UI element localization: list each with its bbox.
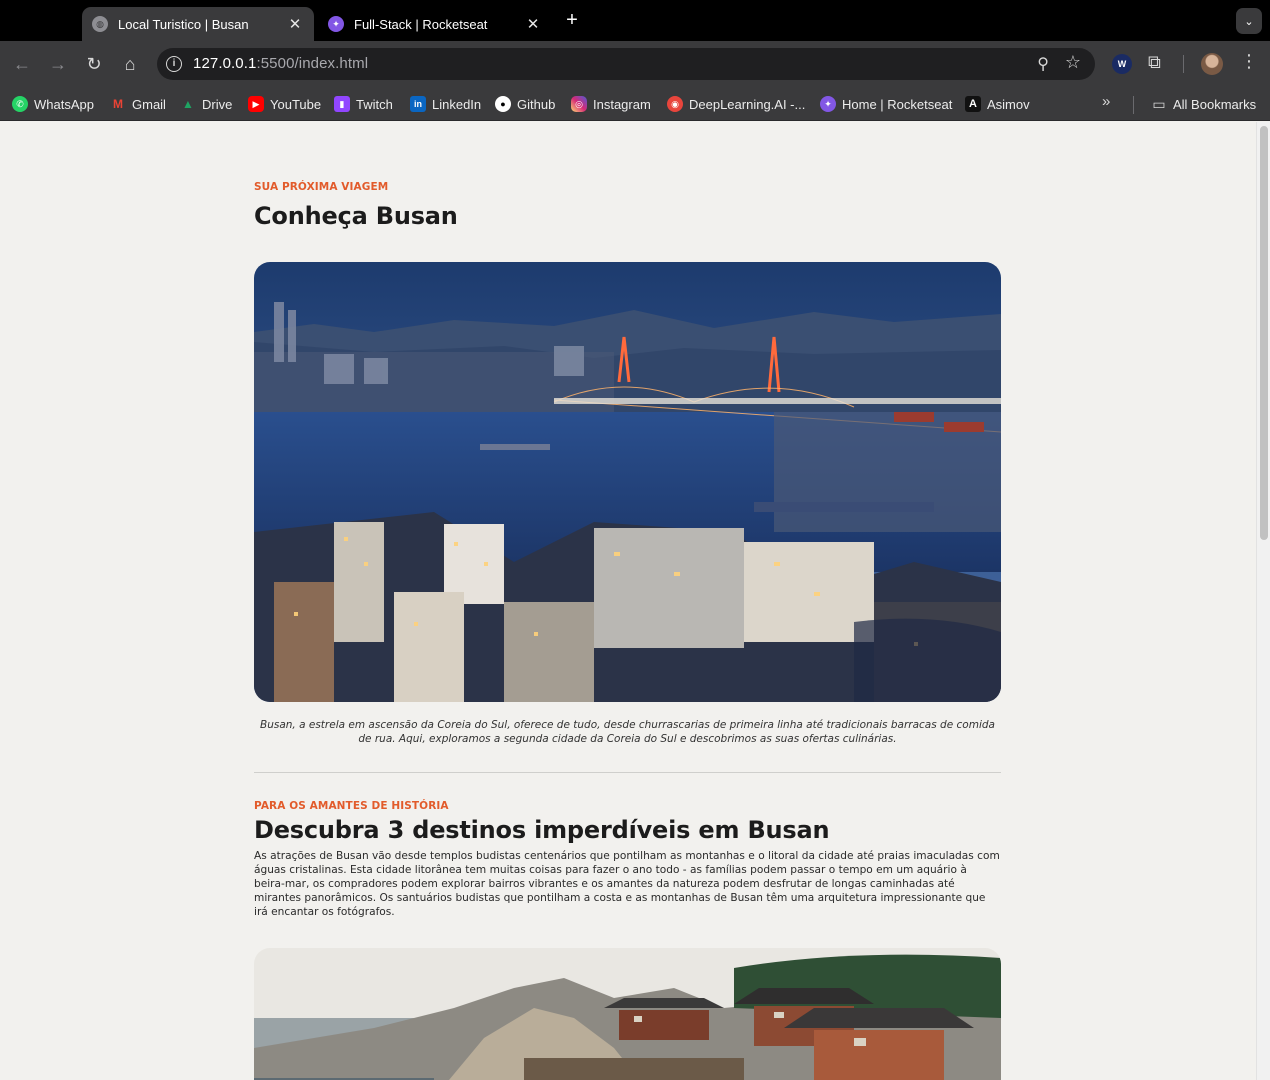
url-text[interactable]: 127.0.0.1:5500/index.html (193, 55, 368, 72)
tab-strip: ◍ Local Turistico | Busan ✕ ✦ Full-Stack… (0, 0, 1270, 41)
kebab-menu-icon[interactable]: ⋮ (1240, 51, 1258, 72)
bookmark-whatsapp[interactable]: ✆ WhatsApp (12, 95, 94, 113)
drive-icon: ▲ (182, 97, 194, 111)
rocketseat-icon: ✦ (328, 16, 344, 32)
asimov-icon: A (965, 96, 981, 112)
tab-rocketseat[interactable]: ✦ Full-Stack | Rocketseat ✕ (318, 7, 552, 41)
address-bar[interactable]: i 127.0.0.1:5500/index.html ⚲ ☆ (157, 48, 1095, 80)
new-tab-button[interactable]: + (562, 10, 582, 30)
toolbar-divider (1183, 55, 1184, 73)
bookmark-github[interactable]: ● Github (495, 95, 555, 113)
back-button[interactable]: ← (9, 51, 35, 77)
bookmark-star-icon[interactable]: ☆ (1065, 52, 1081, 73)
rocketseat-icon: ✦ (820, 96, 836, 112)
forward-button[interactable]: → (45, 51, 71, 77)
bookmark-gmail[interactable]: M Gmail (110, 95, 166, 113)
temple-photo (254, 948, 1001, 1080)
reload-button[interactable]: ↻ (81, 51, 107, 77)
profile-avatar[interactable] (1201, 53, 1223, 75)
bookmark-twitch[interactable]: ▮ Twitch (334, 95, 393, 113)
bookmark-deeplearning[interactable]: ◉ DeepLearning.AI -... (667, 95, 805, 113)
hero-caption: Busan, a estrela em ascensão da Coreia d… (260, 719, 995, 745)
bookmark-youtube[interactable]: ▶ YouTube (248, 95, 321, 113)
page-scrollbar[interactable] (1256, 122, 1270, 1080)
home-button[interactable]: ⌂ (117, 51, 143, 77)
bookmark-linkedin[interactable]: in LinkedIn (410, 95, 481, 113)
close-icon[interactable]: ✕ (286, 15, 304, 33)
folder-icon: ▭ (1152, 95, 1166, 112)
tab-title: Local Turistico | Busan (118, 16, 249, 32)
deeplearning-icon: ◉ (667, 96, 683, 112)
twitch-icon: ▮ (334, 96, 350, 112)
section-title: Descubra 3 destinos imperdíveis em Busan (254, 816, 830, 844)
bookmark-rocketseat[interactable]: ✦ Home | Rocketseat (820, 95, 952, 113)
globe-icon: ◍ (92, 16, 108, 32)
bookmarks-divider (1133, 96, 1134, 114)
youtube-icon: ▶ (248, 96, 264, 112)
section-eyebrow: PARA OS AMANTES DE HISTÓRIA (254, 800, 449, 812)
tab-title: Full-Stack | Rocketseat (354, 16, 488, 32)
bookmarks-bar: ✆ WhatsApp M Gmail ▲ Drive ▶ YouTube ▮ Twitch… (0, 86, 1270, 121)
whatsapp-icon: ✆ (12, 96, 28, 112)
extensions-puzzle-icon[interactable]: ⧉ (1148, 52, 1161, 73)
tab-search-button[interactable]: ⌄ (1236, 8, 1262, 34)
bookmark-instagram[interactable]: ◎ Instagram (571, 95, 651, 113)
site-info-icon[interactable]: i (166, 56, 182, 72)
gmail-icon: M (113, 97, 123, 111)
bookmark-asimov[interactable]: A Asimov (965, 95, 1030, 113)
instagram-icon: ◎ (571, 96, 587, 112)
section-eyebrow: SUA PRÓXIMA VIAGEM (254, 181, 389, 193)
linkedin-icon: in (410, 96, 426, 112)
page-viewport: SUA PRÓXIMA VIAGEM Conheça Busan Busan, … (0, 122, 1256, 1080)
all-bookmarks[interactable]: ▭ All Bookmarks (1151, 95, 1256, 113)
bookmark-drive[interactable]: ▲ Drive (180, 95, 232, 113)
section-body: As atrações de Busan vão desde templos b… (254, 850, 1000, 918)
section-divider (254, 772, 1001, 773)
tab-local-turistico[interactable]: ◍ Local Turistico | Busan ✕ (82, 7, 314, 41)
more-bookmarks-chevron-icon[interactable]: » (1102, 93, 1110, 110)
close-icon[interactable]: ✕ (524, 15, 542, 33)
browser-toolbar: ← → ↻ ⌂ i 127.0.0.1:5500/index.html ⚲ ☆ … (0, 41, 1270, 86)
busan-harbor-photo (254, 262, 1001, 702)
scrollbar-thumb[interactable] (1260, 126, 1268, 540)
extension-w-icon[interactable]: W (1112, 54, 1132, 74)
zoom-icon[interactable]: ⚲ (1037, 54, 1049, 74)
page-title: Conheça Busan (254, 202, 458, 230)
github-icon: ● (495, 96, 511, 112)
